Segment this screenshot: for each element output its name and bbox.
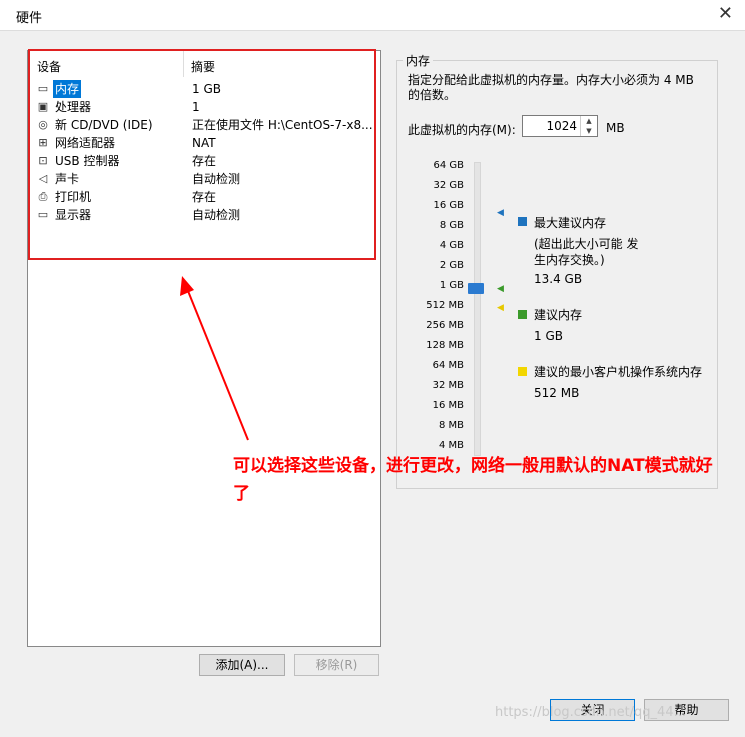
min-legend-value: 512 MB bbox=[534, 386, 580, 400]
device-list: 设备 摘要 ▭ 内存 1 GB ▣ 处理器 1 ◎ 新 CD/DVD (IDE)… bbox=[27, 50, 381, 647]
window-title: 硬件 bbox=[16, 11, 43, 26]
device-name: 声卡 bbox=[55, 172, 80, 186]
printer-icon: ⎙ bbox=[38, 190, 48, 203]
device-row-sound[interactable]: ◁ 声卡 自动检测 bbox=[33, 170, 378, 188]
scale-tick: 64 MB bbox=[432, 360, 464, 371]
scale-tick: 512 MB bbox=[426, 300, 464, 311]
column-header-summary[interactable]: 摘要 bbox=[191, 57, 215, 77]
max-legend-swatch bbox=[518, 217, 527, 226]
memory-value[interactable]: 1024 bbox=[546, 119, 577, 133]
scale-tick: 32 GB bbox=[433, 180, 464, 191]
device-summary: 自动检测 bbox=[192, 172, 241, 186]
memory-group-title: 内存 bbox=[403, 52, 434, 69]
memory-unit: MB bbox=[606, 121, 625, 135]
device-name: 处理器 bbox=[55, 100, 92, 114]
memory-icon: ▭ bbox=[37, 82, 49, 95]
min-recommended-marker-icon: ◀ bbox=[497, 303, 504, 313]
device-summary: 正在使用文件 H:\CentOS-7-x8... bbox=[192, 118, 373, 132]
cpu-icon: ▣ bbox=[37, 100, 49, 113]
remove-button[interactable]: 移除(R) bbox=[294, 654, 379, 676]
add-button[interactable]: 添加(A)... bbox=[199, 654, 285, 676]
scale-tick: 16 MB bbox=[432, 400, 464, 411]
chevron-up-icon[interactable]: ▲ bbox=[581, 116, 597, 126]
device-summary: 自动检测 bbox=[192, 208, 241, 222]
device-name: 新 CD/DVD (IDE) bbox=[55, 118, 153, 132]
memory-stepper[interactable]: 1024 ▲ ▼ bbox=[522, 115, 598, 137]
min-legend-swatch bbox=[518, 367, 527, 376]
title-bar: 硬件 ✕ bbox=[0, 0, 745, 31]
network-icon: ⊞ bbox=[38, 136, 48, 149]
device-row-display[interactable]: ▭ 显示器 自动检测 bbox=[33, 206, 378, 224]
watermark: https://blog.csdn.net/qq_44... bbox=[495, 705, 687, 720]
stepper-arrows[interactable]: ▲ ▼ bbox=[580, 116, 597, 136]
max-legend-note: (超出此大小可能 发生内存交换。) bbox=[534, 237, 639, 267]
usb-icon: ⊡ bbox=[38, 154, 48, 167]
column-separator bbox=[183, 51, 184, 77]
memory-slider-thumb[interactable] bbox=[468, 283, 484, 294]
scale-tick: 16 GB bbox=[433, 200, 464, 211]
device-row-cd-dvd[interactable]: ◎ 新 CD/DVD (IDE) 正在使用文件 H:\CentOS-7-x8..… bbox=[33, 116, 378, 134]
rec-legend-swatch bbox=[518, 310, 527, 319]
device-summary: 1 bbox=[192, 100, 200, 114]
rec-legend-title: 建议内存 bbox=[534, 308, 583, 322]
memory-slider-track[interactable] bbox=[474, 162, 481, 456]
scale-tick: 8 MB bbox=[438, 420, 464, 431]
annotation-text: 可以选择这些设备，进行更改，网络一般用默认的NAT模式就好了 bbox=[233, 456, 713, 504]
scale-tick: 2 GB bbox=[439, 260, 464, 271]
device-name: 打印机 bbox=[55, 190, 92, 204]
device-row-printer[interactable]: ⎙ 打印机 存在 bbox=[33, 188, 378, 206]
device-row-memory[interactable]: ▭ 内存 1 GB bbox=[33, 80, 378, 98]
memory-scale: 64 GB 32 GB 16 GB 8 GB 4 GB 2 GB 1 GB 51… bbox=[394, 160, 464, 460]
cd-icon: ◎ bbox=[38, 118, 48, 131]
memory-description: 指定分配给此虚拟机的内存量。内存大小必须为 4 MB 的倍数。 bbox=[408, 73, 694, 102]
scale-tick: 256 MB bbox=[426, 320, 464, 331]
scale-tick: 1 GB bbox=[439, 280, 464, 291]
column-header-device[interactable]: 设备 bbox=[37, 57, 61, 77]
scale-tick: 64 GB bbox=[433, 160, 464, 171]
device-name: 网络适配器 bbox=[55, 136, 116, 150]
device-name: 显示器 bbox=[55, 208, 92, 222]
close-icon[interactable]: ✕ bbox=[718, 3, 733, 24]
device-summary: NAT bbox=[192, 136, 216, 150]
speaker-icon: ◁ bbox=[38, 172, 48, 185]
device-name: USB 控制器 bbox=[55, 154, 120, 168]
max-legend-title: 最大建议内存 bbox=[534, 216, 607, 230]
rec-legend-value: 1 GB bbox=[534, 329, 563, 343]
device-row-network[interactable]: ⊞ 网络适配器 NAT bbox=[33, 134, 378, 152]
scale-tick: 4 MB bbox=[438, 440, 464, 451]
max-recommended-marker-icon: ◀ bbox=[497, 208, 504, 218]
device-summary: 存在 bbox=[192, 190, 217, 204]
device-row-usb[interactable]: ⊡ USB 控制器 存在 bbox=[33, 152, 378, 170]
memory-field-label: 此虚拟机的内存(M): bbox=[408, 123, 516, 137]
recommended-marker-icon: ◀ bbox=[497, 284, 504, 294]
chevron-down-icon[interactable]: ▼ bbox=[581, 126, 597, 136]
monitor-icon: ▭ bbox=[37, 208, 49, 221]
scale-tick: 128 MB bbox=[426, 340, 464, 351]
min-legend-title: 建议的最小客户机操作系统内存 bbox=[534, 365, 703, 379]
device-row-cpu[interactable]: ▣ 处理器 1 bbox=[33, 98, 378, 116]
scale-tick: 4 GB bbox=[439, 240, 464, 251]
device-name: 内存 bbox=[53, 80, 82, 98]
max-legend-value: 13.4 GB bbox=[534, 272, 583, 286]
device-summary: 1 GB bbox=[192, 82, 221, 96]
scale-tick: 32 MB bbox=[432, 380, 464, 391]
scale-tick: 8 GB bbox=[439, 220, 464, 231]
device-summary: 存在 bbox=[192, 154, 217, 168]
